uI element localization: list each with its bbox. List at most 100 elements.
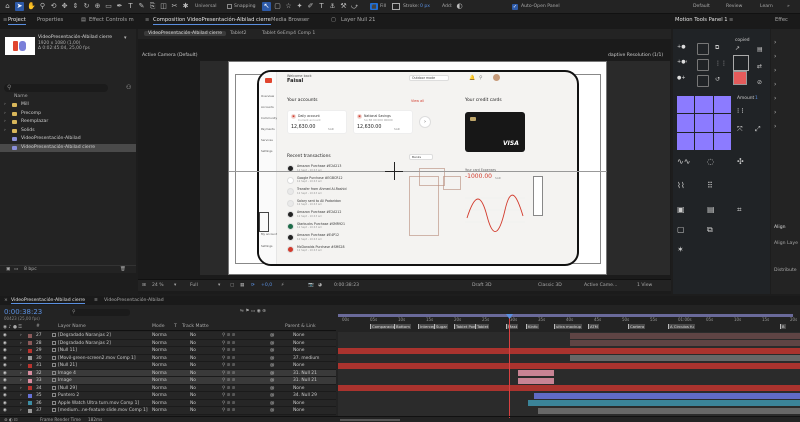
expand-layer-icon[interactable]: › [20, 407, 22, 414]
roto-tool-icon[interactable]: ✂ [170, 2, 179, 11]
layer-label-color[interactable] [28, 371, 32, 375]
more-workspaces-icon[interactable]: » [787, 4, 790, 9]
pickwhip-icon[interactable]: @ [270, 362, 274, 369]
layer-name[interactable]: Puntero 2 [58, 392, 150, 399]
layer-mode[interactable]: Norma [152, 355, 167, 362]
snapshot-icon[interactable]: 📷 [308, 283, 314, 288]
app-sidebar-item[interactable]: Community [261, 116, 277, 120]
layer-switches-icons[interactable]: ⚲ ⊘ ⊘ [222, 385, 235, 392]
comp-marker[interactable]: ATM [588, 324, 599, 329]
layer-row[interactable]: ◉ › 32 Image 4 Norma No ⚲ ⊘ ⊘ @ 31. Null… [0, 369, 336, 377]
effects-item-icon[interactable]: › [774, 53, 796, 60]
layer-row[interactable]: ◉ › 27 [Degradado Naranjas 2] Norma No ⚲… [0, 332, 336, 340]
pickwhip-icon[interactable]: @ [270, 392, 274, 399]
layer-mode[interactable]: Norma [152, 377, 167, 384]
mt-anchor-cell[interactable] [677, 132, 695, 150]
mt-anchor-cell[interactable] [677, 114, 695, 132]
layer-parent[interactable]: 31. Null 21 [293, 377, 317, 384]
pickwhip-icon[interactable]: @ [270, 355, 274, 362]
playhead-line[interactable] [509, 318, 510, 418]
layer-mode[interactable]: Norma [152, 340, 167, 347]
pickwhip-icon[interactable]: @ [270, 385, 274, 392]
workspace-default[interactable]: Default [693, 4, 710, 9]
layer-duration-bar[interactable] [338, 347, 800, 354]
mt-box-1[interactable] [697, 43, 709, 55]
mt-crop-icon[interactable]: ⌗ [737, 205, 742, 215]
visibility-eye-icon[interactable]: ◉ [3, 347, 7, 354]
expand-layer-icon[interactable]: › [20, 392, 22, 399]
visibility-eye-icon[interactable]: ◉ [3, 340, 7, 347]
app-mode-dropdown[interactable]: Outdoor mode [409, 75, 449, 81]
app-sidebar-item[interactable]: My account [261, 232, 277, 236]
expand-layer-icon[interactable]: › [20, 370, 22, 377]
layer-duration-bar[interactable] [570, 332, 800, 339]
pickwhip-icon[interactable]: @ [270, 377, 274, 384]
expand-layer-icon[interactable]: › [20, 377, 22, 384]
transparency-grid-icon[interactable]: ▦ [240, 283, 244, 288]
zoom-tool-icon[interactable]: ⚲ [38, 2, 47, 11]
layer-row[interactable]: ◉ › 36 Apple Watch Ultra turn.mov Comp 1… [0, 399, 336, 407]
layer-track-matte[interactable]: No [190, 407, 196, 414]
app-sidebar-item[interactable]: Overview [261, 94, 274, 98]
pickwhip-icon[interactable]: @ [270, 340, 274, 347]
app-avatar[interactable] [493, 74, 500, 81]
comp-marker[interactable]: ultra mockup [554, 324, 583, 329]
anchor-tool-icon[interactable]: ⊕ [93, 2, 102, 11]
views-dropdown[interactable]: 1 View [637, 283, 652, 288]
mt-layers-icon[interactable]: ⧉ [707, 225, 713, 235]
layer-name[interactable]: [Null 29] [58, 385, 150, 392]
quality-dropdown[interactable]: Full [190, 283, 198, 288]
layer-duration-bar[interactable] [338, 362, 800, 369]
layer-track-matte[interactable]: No [190, 377, 196, 384]
layer-switches-icons[interactable]: ⚲ ⊘ ⊘ [222, 370, 235, 377]
layer-name[interactable]: [Null 21] [58, 362, 150, 369]
layer-parent[interactable]: None [293, 340, 304, 347]
breadcrumb-item-tablet-comp[interactable]: Tablet 6eEmp4 Comp 1 [262, 31, 315, 36]
expand-layer-icon[interactable]: › [20, 355, 22, 362]
zoom-dropdown-arrow-icon[interactable]: ▾ [174, 283, 176, 288]
project-list-item[interactable]: › Reemplazar [0, 118, 136, 126]
layer-mode[interactable]: Norma [152, 362, 167, 369]
pickwhip-icon[interactable]: @ [270, 332, 274, 339]
mt-box-2[interactable] [697, 59, 709, 71]
layer-switches-icons[interactable]: ⚲ ⊘ ⊘ [222, 407, 235, 414]
app-sidebar-item[interactable]: Accounts [261, 105, 274, 109]
visibility-eye-icon[interactable]: ◉ [3, 407, 7, 414]
pen-icon[interactable]: ✐ [306, 2, 315, 11]
credit-card[interactable]: VISA [465, 112, 525, 152]
app-search-icon[interactable]: ⚲ [479, 75, 483, 81]
eraser-tool-icon[interactable]: ◫ [159, 2, 168, 11]
project-filter-icon[interactable]: ⚇ [126, 84, 131, 91]
mt-connect-icon[interactable]: ⤧ [737, 125, 743, 134]
accounts-view-all[interactable]: View all [411, 99, 424, 103]
trash-icon[interactable]: 🗑 [120, 267, 126, 272]
project-list-item[interactable]: › Mill [0, 101, 136, 109]
visibility-eye-icon[interactable]: ◉ [3, 370, 7, 377]
mt-nudge-icon[interactable]: +●‹ [677, 59, 688, 65]
expand-layer-icon[interactable]: › [20, 347, 22, 354]
layer-track-matte[interactable]: No [190, 332, 196, 339]
clone-tool-icon[interactable]: ⎘ [148, 2, 157, 11]
mt-sparkle-icon[interactable]: ✶ [677, 245, 684, 254]
expand-layer-icon[interactable]: › [20, 362, 22, 369]
expand-layer-icon[interactable]: › [20, 400, 22, 407]
layer-parent[interactable]: None [293, 332, 304, 339]
transaction-row[interactable]: Amazon Purchase #E2A213 12 Sept - 10:43 … [287, 164, 437, 174]
col-t[interactable]: T [174, 324, 177, 329]
mt-amount-value[interactable]: 1 [755, 96, 758, 101]
layer-track-matte[interactable]: No [190, 400, 196, 407]
rotate-tool-icon[interactable]: ↻ [82, 2, 91, 11]
col-layer-name[interactable]: Layer Name [58, 324, 86, 329]
exposure-value[interactable]: +0,0 [261, 283, 272, 288]
pickwhip-icon[interactable]: @ [270, 347, 274, 354]
mt-anchor-cell[interactable] [695, 114, 713, 132]
app-sidebar-item[interactable]: Services [261, 138, 273, 142]
account-card-savings[interactable]: ▣ National Savings SA 88 00 000 00000 12… [353, 110, 413, 134]
layer-row[interactable]: ◉ › 34 [Null 29] Norma No ⚲ ⊘ ⊘ @ None [0, 384, 336, 392]
timeline-close-icon[interactable]: × [4, 298, 8, 303]
expand-layer-icon[interactable]: › [20, 332, 22, 339]
orbit-tool-icon[interactable]: ⟲ [49, 2, 58, 11]
comp-marker[interactable]: Cartera [628, 324, 646, 329]
layer-track-matte[interactable]: No [190, 347, 196, 354]
star-icon[interactable]: ☆ [284, 2, 293, 11]
